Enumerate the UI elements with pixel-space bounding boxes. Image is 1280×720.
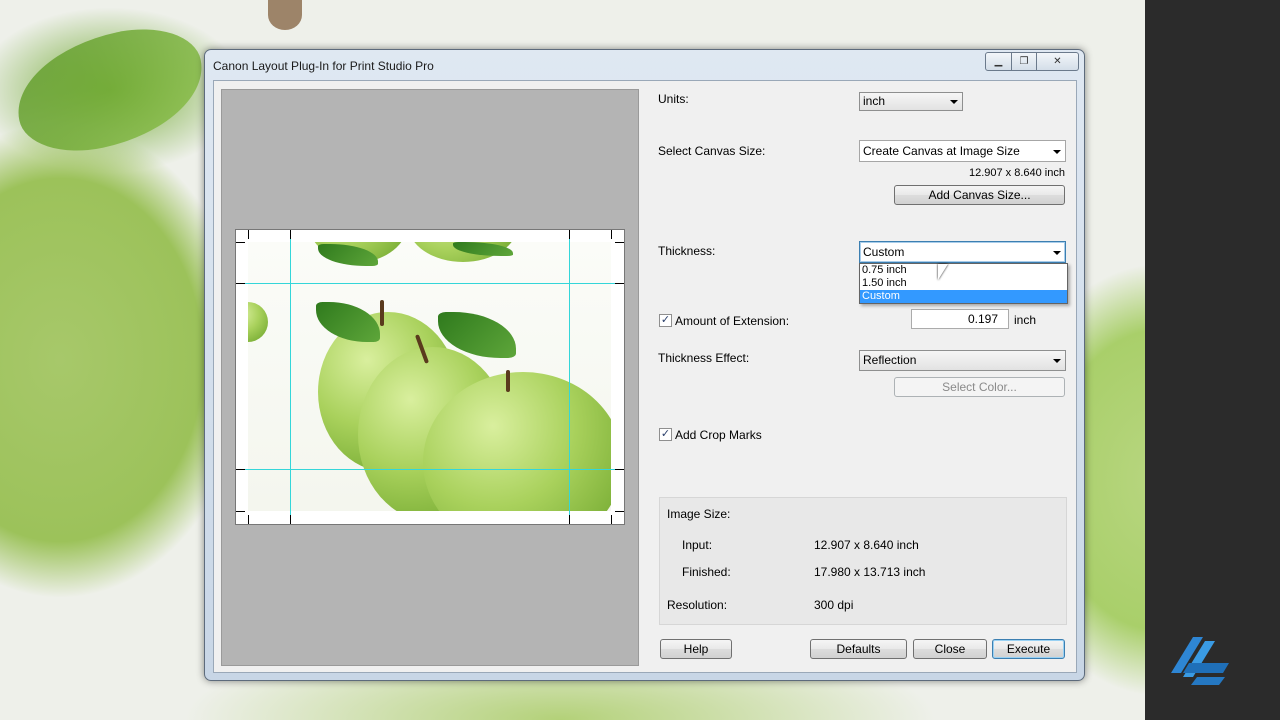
- resolution-value: 300 dpi: [814, 598, 854, 612]
- thickness-effect-select[interactable]: Reflection: [859, 350, 1066, 371]
- apple-left-edge: [248, 302, 268, 342]
- canvas-dimensions: 12.907 x 8.640 inch: [968, 167, 1065, 179]
- input-size-label: Input:: [682, 538, 713, 552]
- mouse-pointer-icon: [938, 264, 948, 280]
- crop-mark: [236, 469, 245, 470]
- crop-mark: [290, 515, 291, 524]
- window-title: Canon Layout Plug-In for Print Studio Pr…: [213, 59, 434, 73]
- close-icon: ✕: [1053, 56, 1062, 67]
- maximize-button[interactable]: ❐: [1012, 52, 1037, 71]
- apple-stem: [506, 370, 510, 392]
- image-size-heading: Image Size:: [667, 507, 731, 521]
- extension-amount-input[interactable]: 0.197: [911, 309, 1009, 329]
- close-window-button[interactable]: ✕: [1037, 52, 1079, 71]
- thickness-effect-select-value: Reflection: [863, 353, 917, 367]
- crop-mark: [248, 230, 249, 239]
- crop-mark: [615, 469, 624, 470]
- guide-line-top: [236, 283, 624, 284]
- crop-mark: [290, 230, 291, 239]
- amount-of-extension-checkbox[interactable]: ✓: [659, 314, 672, 327]
- chevron-down-icon: [1053, 150, 1061, 154]
- crop-mark: [236, 242, 245, 243]
- canvas-size-select[interactable]: Create Canvas at Image Size: [859, 140, 1066, 162]
- restore-icon: ❐: [1019, 56, 1029, 67]
- units-select[interactable]: inch: [859, 92, 963, 111]
- title-bar[interactable]: Canon Layout Plug-In for Print Studio Pr…: [205, 50, 1084, 80]
- minimize-icon: ▁: [994, 56, 1003, 67]
- crop-mark: [611, 515, 612, 524]
- thickness-effect-label: Thickness Effect:: [658, 351, 750, 365]
- guide-line-left: [290, 230, 291, 524]
- window-controls: ▁ ❐ ✕: [985, 52, 1079, 71]
- thickness-select[interactable]: Custom: [859, 241, 1066, 263]
- minimize-button[interactable]: ▁: [985, 52, 1012, 71]
- thickness-label: Thickness:: [658, 244, 716, 258]
- execute-button[interactable]: Execute: [992, 639, 1065, 659]
- crop-mark: [236, 283, 245, 284]
- help-button[interactable]: Help: [660, 639, 732, 659]
- crop-mark: [248, 515, 249, 524]
- chevron-down-icon: [950, 100, 958, 104]
- units-label: Units:: [658, 92, 689, 106]
- guide-line-bottom: [236, 469, 624, 470]
- thickness-select-value: Custom: [863, 245, 905, 259]
- background-leaf: [5, 16, 215, 164]
- close-button[interactable]: Close: [913, 639, 987, 659]
- crop-mark: [569, 230, 570, 239]
- apple-stem: [380, 300, 384, 326]
- dark-sidebar: [1145, 0, 1280, 720]
- crop-mark: [615, 283, 624, 284]
- chevron-down-icon: [1053, 359, 1061, 363]
- crop-mark: [615, 242, 624, 243]
- thickness-option[interactable]: 0.75 inch: [860, 264, 1067, 277]
- add-crop-marks-label: Add Crop Marks: [675, 428, 762, 442]
- apple-leaf: [316, 302, 380, 342]
- guide-line-right: [569, 230, 570, 524]
- canvas-size-label: Select Canvas Size:: [658, 144, 766, 158]
- units-select-value: inch: [863, 94, 886, 108]
- chevron-down-icon: [1053, 251, 1061, 255]
- background-stem: [268, 0, 302, 30]
- input-size-value: 12.907 x 8.640 inch: [814, 538, 919, 552]
- layout-preview-panel: [221, 89, 639, 666]
- add-canvas-size-button[interactable]: Add Canvas Size...: [894, 185, 1065, 205]
- crop-mark: [611, 230, 612, 239]
- thickness-option-selected[interactable]: Custom: [860, 290, 1067, 303]
- defaults-button[interactable]: Defaults: [810, 639, 907, 659]
- crop-mark: [615, 511, 624, 512]
- thickness-dropdown-list: 0.75 inch 1.50 inch Custom: [859, 263, 1068, 304]
- finished-size-label: Finished:: [682, 565, 731, 579]
- thickness-option[interactable]: 1.50 inch: [860, 277, 1067, 290]
- finished-size-value: 17.980 x 13.713 inch: [814, 565, 926, 579]
- canvas-size-select-value: Create Canvas at Image Size: [863, 144, 1020, 158]
- add-crop-marks-checkbox[interactable]: ✓: [659, 428, 672, 441]
- canvas-preview: [235, 229, 625, 525]
- resolution-label: Resolution:: [667, 598, 728, 612]
- amount-of-extension-label: Amount of Extension:: [675, 314, 790, 328]
- select-color-button[interactable]: Select Color...: [894, 377, 1065, 397]
- extension-unit-label: inch: [1014, 313, 1037, 327]
- brand-logo-icon: [1171, 637, 1229, 685]
- crop-mark: [236, 511, 245, 512]
- crop-mark: [569, 515, 570, 524]
